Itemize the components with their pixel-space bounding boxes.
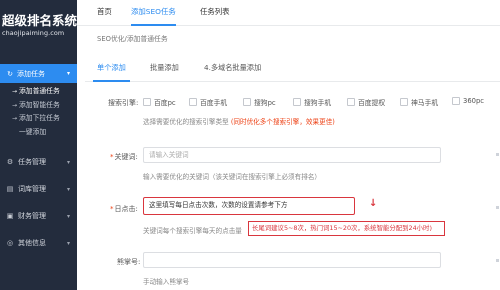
refresh-icon: ↻ (7, 69, 13, 78)
clicks-annotation: 长尾词建议5~8次，热门词15~20次，系统智能分配到24小时) (248, 221, 445, 236)
sidebar-subitem-label: 添加下拉任务 (19, 114, 60, 122)
clicks-label-text: 日点击: (114, 205, 138, 213)
topnav-add-seo-task[interactable]: 添加SEO任务 (131, 0, 176, 26)
checkbox-icon (400, 98, 408, 106)
sidebar-submenu: → 添加普通任务 → 添加智能任务 → 添加下拉任务 一键添加 (0, 85, 77, 139)
sidebar-item-label: 任务管理 (18, 158, 46, 166)
engine-option-label: 百度提权 (358, 99, 386, 107)
book-icon: ▤ (6, 185, 14, 193)
sidebar-subitem-label: 添加智能任务 (19, 100, 60, 109)
breadcrumb: SEO优化/添加普通任务 (97, 35, 168, 43)
checkbox-icon (347, 98, 355, 106)
sidebar-item-label: 其他信息 (18, 239, 46, 247)
engine-checkbox-baidu-mobile[interactable]: 百度手机 (189, 97, 227, 107)
chevron-down-icon: ▾ (66, 212, 70, 220)
daily-click-input[interactable]: 这里填写每日点击次数，次数的设置请参考下方 (143, 197, 355, 215)
chevron-down-icon: ▾ (66, 185, 70, 193)
arrow-right-icon: → (12, 115, 18, 122)
bear-label: 熊掌号: (117, 258, 141, 266)
checkbox-icon (243, 98, 251, 106)
sidebar-subitem-add-dropdown-task[interactable]: → 添加下拉任务 (0, 112, 77, 126)
engine-label: 搜索引擎: (108, 99, 139, 107)
engine-checkbox-sogou-mobile[interactable]: 搜狗手机 (293, 97, 331, 107)
keyword-label-text: 关键词: (114, 153, 138, 161)
sidebar-subitem-one-click-add[interactable]: 一键添加 (0, 126, 77, 140)
clicks-help-text: 关键词每个搜索引擎每天的点击量 (143, 227, 242, 235)
money-icon: ▣ (6, 212, 14, 220)
divider-dot (496, 153, 499, 156)
checkbox-icon (189, 98, 197, 106)
engine-option-label: 搜狗pc (254, 99, 276, 107)
engine-checkbox-baidu-boost[interactable]: 百度提权 (347, 97, 385, 107)
keyword-help-text: 输入需要优化的关键词（该关键词在搜索引擎上必须有排名） (143, 173, 322, 181)
engine-option-label: 百度pc (154, 99, 176, 107)
tab-batch-add[interactable]: 批量添加 (150, 55, 179, 82)
sidebar-item-lexicon-management[interactable]: ▤ 词库管理 ▾ (0, 180, 77, 198)
top-nav: 首页 添加SEO任务 任务列表 (77, 0, 500, 26)
engine-checkbox-sogou-pc[interactable]: 搜狗pc (243, 97, 276, 107)
sidebar-subitem-label: 一键添加 (19, 127, 47, 136)
tab-multi-domain-batch-add[interactable]: 4.多域名批量添加 (204, 55, 261, 82)
sidebar-subitem-add-normal-task[interactable]: → 添加普通任务 (0, 85, 77, 99)
tab-single-add[interactable]: 单个添加 (93, 55, 130, 82)
sidebar-subitem-add-smart-task[interactable]: → 添加智能任务 (0, 99, 77, 113)
engine-option-label: 神马手机 (411, 99, 439, 107)
sidebar-item-label: 词库管理 (18, 185, 46, 193)
engine-option-label: 360pc (463, 97, 485, 105)
sidebar: 超级排名系统 chaojipaiming.com ↻ 添加任务 ▾ → 添加普通… (0, 0, 77, 290)
divider-dot (496, 206, 499, 209)
sidebar-item-other-info[interactable]: ◎ 其他信息 ▾ (0, 234, 77, 252)
engine-checkbox-shenma-mobile[interactable]: 神马手机 (400, 97, 438, 107)
arrow-down-icon: ↓ (369, 198, 378, 209)
topnav-task-list[interactable]: 任务列表 (200, 0, 230, 26)
arrow-right-icon: → (12, 88, 18, 95)
bear-help-text: 手动输入熊掌号 (143, 278, 190, 286)
sidebar-item-label: 财务管理 (18, 212, 46, 220)
chevron-down-icon: ▾ (66, 70, 70, 77)
checkbox-icon (293, 98, 301, 106)
clicks-label: *日点击: (110, 204, 138, 214)
chevron-down-icon: ▾ (66, 158, 70, 166)
engine-help-text: 选择需要优化的搜索引擎类型 (同时优化多个搜索引擎，效果更佳) (143, 116, 335, 126)
engine-option-label: 搜狗手机 (304, 99, 332, 107)
divider-dot (496, 259, 499, 262)
bear-input[interactable] (143, 252, 441, 268)
sidebar-subitem-label: 添加普通任务 (19, 87, 60, 95)
engine-checkbox-360-pc[interactable]: 360pc (452, 97, 484, 105)
engine-help-prefix: 选择需要优化的搜索引擎类型 (143, 118, 231, 126)
keyword-label: *关键词: (110, 152, 138, 162)
sidebar-item-add-task[interactable]: ↻ 添加任务 ▾ (0, 64, 77, 83)
sidebar-item-finance-management[interactable]: ▣ 财务管理 ▾ (0, 207, 77, 225)
logo-title: 超级排名系统 (2, 13, 78, 28)
sidebar-item-task-management[interactable]: ⚙ 任务管理 ▾ (0, 153, 77, 171)
engine-help-highlight: (同时优化多个搜索引擎，效果更佳) (230, 118, 335, 126)
logo: 超级排名系统 chaojipaiming.com (0, 0, 77, 44)
globe-icon: ◎ (6, 239, 14, 247)
sidebar-item-label: 添加任务 (17, 69, 45, 78)
chevron-down-icon: ▾ (66, 239, 70, 247)
checkbox-icon (143, 98, 151, 106)
engine-option-label: 百度手机 (200, 99, 228, 107)
logo-subtitle: chaojipaiming.com (2, 29, 65, 37)
arrow-right-icon: → (12, 101, 18, 109)
required-mark: * (110, 205, 114, 213)
gear-icon: ⚙ (6, 158, 14, 166)
keyword-input[interactable]: 请输入关键词 (143, 147, 441, 163)
engine-checkbox-baidu-pc[interactable]: 百度pc (143, 97, 176, 107)
tab-bar: 单个添加 批量添加 4.多域名批量添加 (85, 55, 500, 82)
topnav-home[interactable]: 首页 (97, 0, 112, 26)
required-mark: * (110, 153, 114, 161)
checkbox-icon (452, 97, 460, 105)
